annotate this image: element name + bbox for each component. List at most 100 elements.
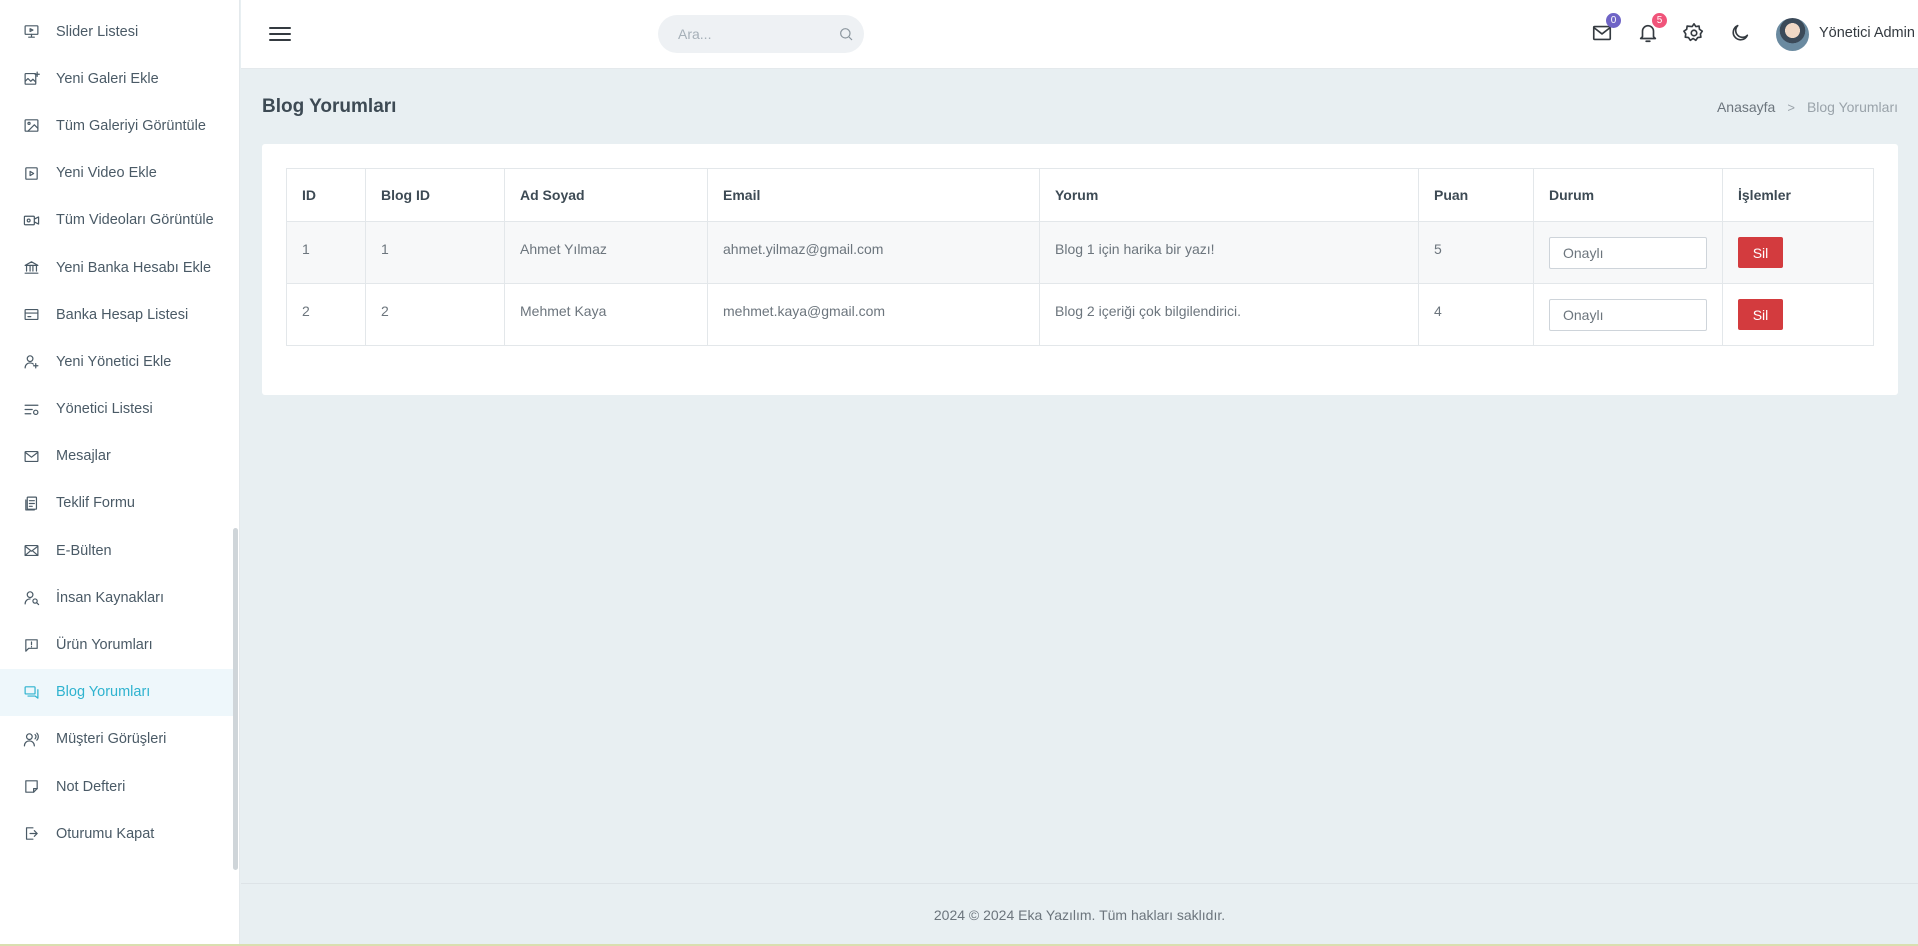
- video-camera-icon: [22, 211, 40, 229]
- sidebar-item-tum-videolar[interactable]: Tüm Videoları Görüntüle: [0, 197, 236, 244]
- notifications-button[interactable]: 5: [1637, 13, 1667, 47]
- column-header-actions: İşlemler: [1722, 168, 1874, 222]
- search-input[interactable]: [658, 15, 864, 53]
- cell-email: mehmet.kaya@gmail.com: [707, 283, 1040, 346]
- column-header-id: ID: [286, 168, 366, 222]
- sidebar-item-label: Yeni Video Ekle: [56, 165, 157, 182]
- settings-button[interactable]: [1683, 22, 1707, 46]
- sidebar-scrollbar[interactable]: [233, 528, 238, 870]
- column-header-email: Email: [707, 168, 1040, 222]
- messages-badge: 0: [1606, 13, 1621, 28]
- column-header-name: Ad Soyad: [504, 168, 708, 222]
- sidebar-item-label: Ürün Yorumları: [56, 637, 153, 654]
- sidebar-item-yeni-banka-hesabi[interactable]: Yeni Banka Hesabı Ekle: [0, 244, 236, 291]
- table-header-row: ID Blog ID Ad Soyad Email Yorum Puan Dur…: [286, 168, 1874, 222]
- sidebar-item-teklif-formu[interactable]: Teklif Formu: [0, 480, 236, 527]
- cell-status: Onaylı: [1533, 221, 1723, 284]
- status-select[interactable]: Onaylı: [1549, 237, 1707, 269]
- sidebar-item-label: Mesajlar: [56, 448, 111, 465]
- cell-name: Mehmet Kaya: [504, 283, 708, 346]
- sidebar-item-label: Not Defteri: [56, 778, 126, 795]
- cell-blog-id: 1: [365, 221, 505, 284]
- user-name[interactable]: Yönetici Admin: [1819, 25, 1915, 41]
- comments-icon: [22, 683, 40, 701]
- avatar[interactable]: [1776, 18, 1809, 51]
- sidebar-item-label: Tüm Videoları Görüntüle: [56, 212, 214, 229]
- sidebar-item-insan-kaynaklari[interactable]: İnsan Kaynakları: [0, 574, 236, 621]
- sidebar: Slider Listesi Yeni Galeri Ekle Tüm Gale…: [0, 0, 240, 946]
- sidebar-item-label: Yeni Banka Hesabı Ekle: [56, 259, 212, 276]
- sidebar-item-yonetici-listesi[interactable]: Yönetici Listesi: [0, 386, 236, 433]
- sidebar-item-label: Teklif Formu: [56, 495, 135, 512]
- sidebar-item-yeni-galeri-ekle[interactable]: Yeni Galeri Ekle: [0, 55, 236, 102]
- notifications-badge: 5: [1652, 13, 1667, 28]
- cell-actions: Sil: [1722, 283, 1874, 346]
- sidebar-item-musteri-gorusleri[interactable]: Müşteri Görüşleri: [0, 716, 236, 763]
- monitor-icon: [22, 23, 40, 41]
- theme-toggle-button[interactable]: [1729, 22, 1753, 46]
- gear-icon: [1683, 23, 1705, 47]
- note-icon: [22, 778, 40, 796]
- page-title: Blog Yorumları: [262, 96, 397, 117]
- sidebar-item-label: Oturumu Kapat: [56, 825, 155, 842]
- mail-open-icon: [22, 542, 40, 560]
- cell-actions: Sil: [1722, 221, 1874, 284]
- bell-icon: [1637, 24, 1659, 47]
- sidebar-menu: Slider Listesi Yeni Galeri Ekle Tüm Gale…: [0, 8, 236, 857]
- sidebar-item-tum-galeri[interactable]: Tüm Galeriyi Görüntüle: [0, 102, 236, 149]
- cell-id: 1: [286, 221, 366, 284]
- sidebar-item-oturumu-kapat[interactable]: Oturumu Kapat: [0, 810, 236, 857]
- moon-icon: [1729, 24, 1751, 47]
- logout-icon: [22, 825, 40, 843]
- search-icon[interactable]: [838, 26, 854, 42]
- sidebar-item-label: Yönetici Listesi: [56, 401, 153, 418]
- cell-comment: Blog 2 içeriği çok bilgilendirici.: [1039, 283, 1419, 346]
- delete-button[interactable]: Sil: [1738, 299, 1783, 330]
- mail-icon: [1591, 25, 1613, 47]
- chevron-right-icon: >: [1787, 99, 1795, 115]
- status-select[interactable]: Onaylı: [1549, 299, 1707, 331]
- blog-comments-table: ID Blog ID Ad Soyad Email Yorum Puan Dur…: [286, 168, 1874, 346]
- topbar: 0 5 Yönetici Admin: [241, 0, 1918, 69]
- cell-score: 4: [1418, 283, 1534, 346]
- user-add-icon: [22, 353, 40, 371]
- form-icon: [22, 494, 40, 512]
- sidebar-item-e-bulten[interactable]: E-Bülten: [0, 527, 236, 574]
- sidebar-item-yeni-yonetici-ekle[interactable]: Yeni Yönetici Ekle: [0, 338, 236, 385]
- column-header-score: Puan: [1418, 168, 1534, 222]
- column-header-blog-id: Blog ID: [365, 168, 505, 222]
- sidebar-item-label: Slider Listesi: [56, 23, 139, 40]
- cell-id: 2: [286, 283, 366, 346]
- user-voice-icon: [22, 730, 40, 748]
- table-row: 1 1 Ahmet Yılmaz ahmet.yilmaz@gmail.com …: [286, 221, 1874, 284]
- sidebar-item-banka-hesap-listesi[interactable]: Banka Hesap Listesi: [0, 291, 236, 338]
- messages-button[interactable]: 0: [1591, 13, 1621, 47]
- image-icon: [22, 117, 40, 135]
- breadcrumb-home-link[interactable]: Anasayfa: [1717, 99, 1775, 115]
- sidebar-item-slider-listesi[interactable]: Slider Listesi: [0, 8, 236, 55]
- footer-copyright: 2024 © 2024 Eka Yazılım. Tüm hakları sak…: [933, 907, 1226, 923]
- sidebar-item-not-defteri[interactable]: Not Defteri: [0, 763, 236, 810]
- sidebar-item-label: Tüm Galeriyi Görüntüle: [56, 117, 206, 134]
- credit-card-icon: [22, 306, 40, 324]
- video-add-icon: [22, 164, 40, 182]
- sidebar-item-blog-yorumlari[interactable]: Blog Yorumları: [0, 668, 236, 716]
- column-header-comment: Yorum: [1039, 168, 1419, 222]
- cell-score: 5: [1418, 221, 1534, 284]
- gallery-add-icon: [22, 70, 40, 88]
- sidebar-item-yeni-video-ekle[interactable]: Yeni Video Ekle: [0, 150, 236, 197]
- sidebar-item-mesajlar[interactable]: Mesajlar: [0, 433, 236, 480]
- comments-card: ID Blog ID Ad Soyad Email Yorum Puan Dur…: [262, 144, 1898, 395]
- sidebar-item-label: İnsan Kaynakları: [56, 589, 165, 606]
- mail-icon: [22, 447, 40, 465]
- delete-button[interactable]: Sil: [1738, 237, 1783, 268]
- comment-alert-icon: [22, 636, 40, 654]
- sidebar-item-label: Yeni Yönetici Ekle: [56, 353, 172, 370]
- table-row: 2 2 Mehmet Kaya mehmet.kaya@gmail.com Bl…: [286, 283, 1874, 346]
- menu-toggle-button[interactable]: [269, 23, 291, 45]
- sidebar-item-label: Banka Hesap Listesi: [56, 306, 189, 323]
- column-header-status: Durum: [1533, 168, 1723, 222]
- sidebar-item-urun-yorumlari[interactable]: Ürün Yorumları: [0, 621, 236, 668]
- sidebar-item-label: E-Bülten: [56, 542, 112, 559]
- sidebar-item-label: Blog Yorumları: [56, 684, 151, 701]
